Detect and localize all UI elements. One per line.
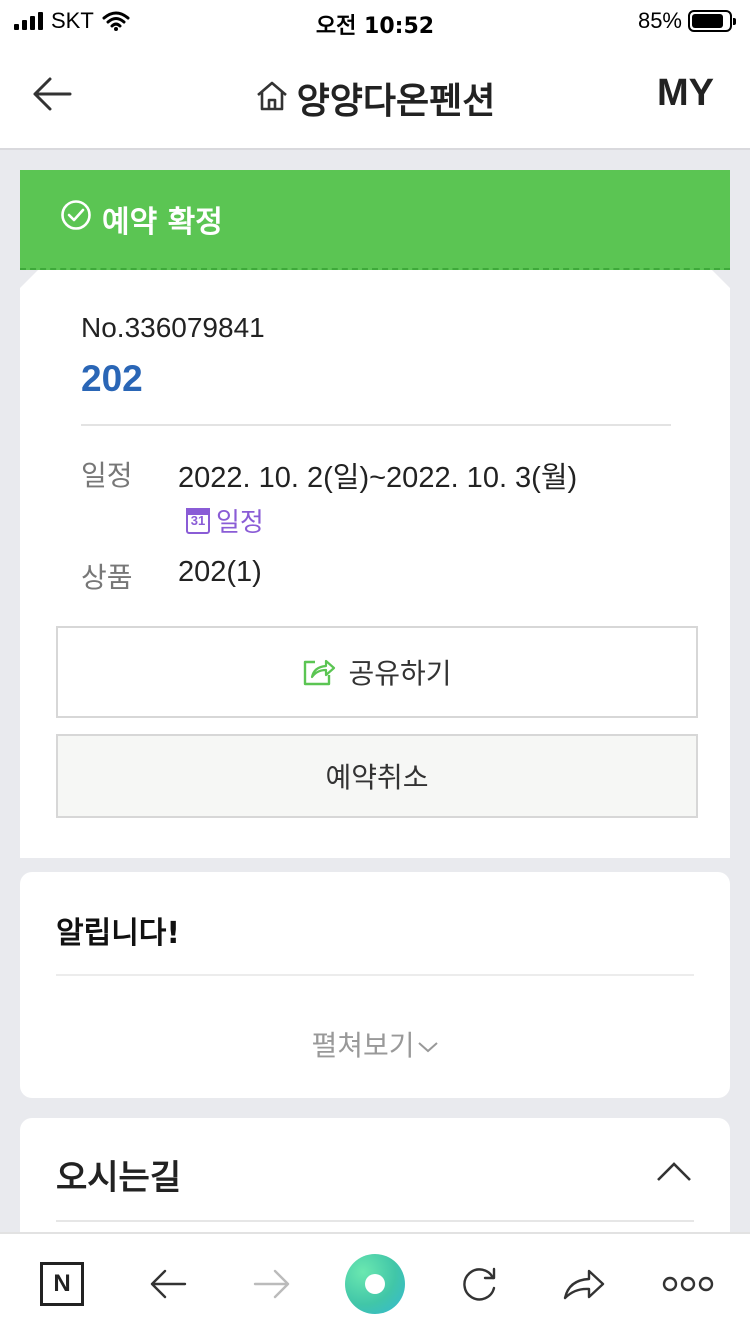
notice-card: 알립니다! 펼쳐보기 <box>20 872 730 1098</box>
expand-button[interactable]: 펼쳐보기 <box>20 1024 730 1064</box>
schedule-value: 2022. 10. 2(일)~2022. 10. 3(월) <box>178 462 578 494</box>
status-banner: 예약 확정 <box>20 170 730 270</box>
room-name: 202 <box>81 358 143 399</box>
page-title: 양양다온펜션 <box>296 81 496 122</box>
expand-label: 펼쳐보기 <box>311 1029 415 1062</box>
naver-home-button[interactable]: N <box>32 1254 92 1314</box>
schedule-label: 일정 <box>81 459 133 492</box>
banner-notch <box>20 270 38 288</box>
app-header: 양양다온펜션 MY <box>0 44 750 150</box>
more-button[interactable] <box>658 1254 718 1314</box>
share-arrow-icon <box>563 1269 605 1300</box>
share-page-button[interactable] <box>554 1254 614 1314</box>
refresh-button[interactable] <box>450 1254 510 1314</box>
page-title-wrap: 양양다온펜션 <box>0 72 750 124</box>
divider <box>56 974 694 976</box>
more-dots-icon <box>662 1276 714 1292</box>
my-button[interactable]: MY <box>657 72 714 115</box>
notice-title: 알립니다! <box>56 916 181 951</box>
reservation-card: 예약 확정 No.336079841 202 일정 2022. 10. 2(일)… <box>20 170 730 858</box>
directions-title: 오시는길 <box>56 1158 182 1198</box>
status-text: 예약 확정 <box>102 205 223 240</box>
browser-back-button[interactable] <box>138 1254 198 1314</box>
share-icon <box>304 659 336 686</box>
reservation-number: No.336079841 <box>81 312 265 343</box>
battery-fill <box>692 14 723 28</box>
calendar-link-label: 일정 <box>216 508 264 538</box>
share-button[interactable]: 공유하기 <box>56 626 698 718</box>
green-dot-button[interactable] <box>345 1254 405 1314</box>
arrow-left-icon <box>150 1269 187 1299</box>
refresh-icon <box>463 1267 496 1301</box>
divider <box>56 1220 694 1222</box>
arrow-right-icon <box>253 1269 290 1299</box>
chevron-down-icon <box>417 1042 438 1053</box>
check-circle-icon <box>60 199 92 239</box>
browser-toolbar: N <box>0 1232 750 1334</box>
divider <box>81 424 671 426</box>
status-bar: SKT 오전 10:52 85% <box>0 0 750 44</box>
naver-icon: N <box>40 1262 84 1306</box>
green-dot-icon <box>345 1254 405 1314</box>
home-icon <box>255 80 289 121</box>
chevron-up-icon <box>657 1162 691 1181</box>
status-right: 85% <box>637 8 736 34</box>
cancel-reservation-button[interactable]: 예약취소 <box>56 734 698 818</box>
browser-forward-button[interactable] <box>242 1254 302 1314</box>
share-button-label: 공유하기 <box>348 657 452 690</box>
collapse-button[interactable] <box>654 1158 694 1188</box>
calendar-icon: 31 <box>186 507 210 534</box>
battery-icon <box>688 10 736 32</box>
product-label: 상품 <box>81 561 133 594</box>
add-calendar-link[interactable]: 31 일정 <box>186 502 264 539</box>
battery-percent: 85% <box>637 8 682 33</box>
product-value: 202(1) <box>178 556 262 588</box>
banner-notch <box>712 270 730 288</box>
